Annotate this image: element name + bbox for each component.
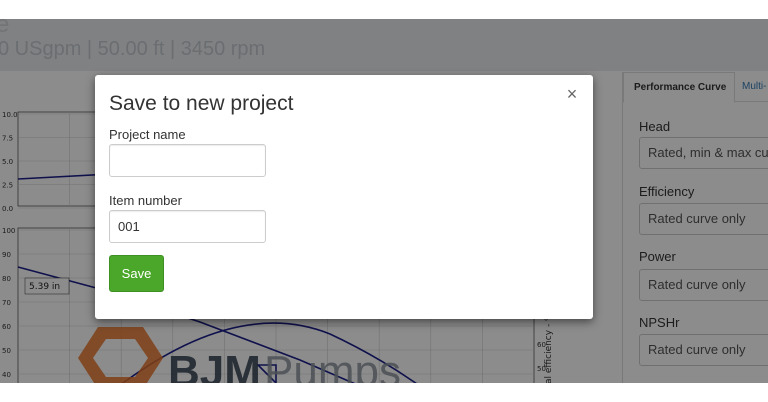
dialog-title: Save to new project: [109, 92, 294, 115]
item-number-label: Item number: [109, 193, 182, 208]
close-icon[interactable]: ×: [562, 84, 582, 104]
project-name-input[interactable]: [109, 144, 266, 177]
item-number-input[interactable]: [109, 210, 266, 243]
save-button[interactable]: Save: [109, 255, 164, 292]
project-name-label: Project name: [109, 127, 186, 142]
save-project-dialog: Save to new project × Project name Item …: [95, 75, 593, 319]
app-window: e 0 USgpm | 50.00 ft | 3450 rpm 10.0 7.5 5…: [0, 19, 768, 383]
